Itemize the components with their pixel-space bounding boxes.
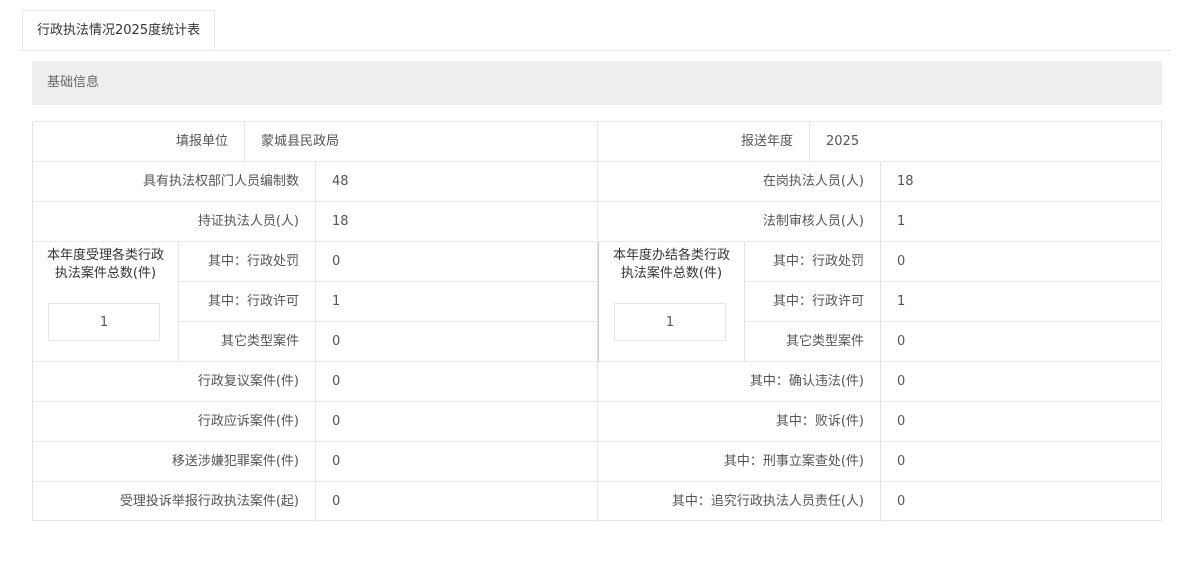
staff-quota-value: 48 — [316, 162, 598, 202]
accountability-label: 其中：追究行政执法人员责任(人) — [598, 482, 881, 522]
concluded-license-value: 1 — [881, 282, 1161, 322]
concluded-total-block: 本年度办结各类行政执法案件总数(件) 1 — [598, 242, 745, 362]
accepted-total-title: 本年度受理各类行政执法案件总数(件) — [46, 248, 164, 281]
confirmed-illegal-label: 其中：确认违法(件) — [598, 362, 881, 402]
year-value: 2025 — [810, 122, 1161, 162]
section-header-basic-info: 基础信息 — [32, 61, 1162, 105]
complaints-value: 0 — [316, 482, 598, 522]
legal-review-label: 法制审核人员(人) — [598, 202, 881, 242]
accountability-value: 0 — [897, 494, 906, 509]
concluded-penalty-label: 其中：行政处罚 — [745, 242, 881, 282]
accepted-license-label: 其中：行政许可 — [179, 282, 316, 322]
criminal-investigation-value: 0 — [881, 442, 1161, 482]
accepted-penalty-label: 其中：行政处罚 — [179, 242, 316, 282]
statistics-form: 填报单位 蒙城县民政局 报送年度 2025 具有执法权部门人员编制数 48 在岗… — [32, 121, 1162, 522]
concluded-license-label: 其中：行政许可 — [745, 282, 881, 322]
concluded-other-value: 0 — [881, 322, 1161, 362]
year-label: 报送年度 — [598, 122, 810, 162]
criminal-transfer-value: 0 — [316, 442, 598, 482]
concluded-other-label: 其它类型案件 — [745, 322, 881, 362]
confirmed-illegal-value: 0 — [881, 362, 1161, 402]
review-cases-value: 0 — [316, 362, 598, 402]
accepted-other-label: 其它类型案件 — [179, 322, 316, 362]
certified-value: 18 — [316, 202, 598, 242]
accepted-license-value: 1 — [316, 282, 598, 322]
concluded-total-value: 1 — [614, 303, 726, 341]
concluded-penalty-value: 0 — [881, 242, 1161, 282]
litigation-cases-label: 行政应诉案件(件) — [33, 402, 316, 442]
on-duty-label: 在岗执法人员(人) — [598, 162, 881, 202]
criminal-transfer-label: 移送涉嫌犯罪案件(件) — [33, 442, 316, 482]
complaints-label: 受理投诉举报行政执法案件(起) — [33, 482, 316, 522]
staff-quota-label: 具有执法权部门人员编制数 — [33, 162, 316, 202]
criminal-investigation-label: 其中：刑事立案查处(件) — [598, 442, 881, 482]
concluded-total-title: 本年度办结各类行政执法案件总数(件) — [612, 248, 730, 281]
tab-bar: 行政执法情况2025度统计表 — [20, 10, 1172, 51]
lost-lawsuits-value: 0 — [881, 402, 1161, 442]
accepted-penalty-value: 0 — [316, 242, 598, 282]
certified-label: 持证执法人员(人) — [33, 202, 316, 242]
review-cases-label: 行政复议案件(件) — [33, 362, 316, 402]
lost-lawsuits-label: 其中：败诉(件) — [598, 402, 881, 442]
legal-review-value: 1 — [881, 202, 1161, 242]
litigation-cases-value: 0 — [316, 402, 598, 442]
unit-value: 蒙城县民政局 — [245, 122, 598, 162]
on-duty-value: 18 — [881, 162, 1161, 202]
unit-label: 填报单位 — [33, 122, 245, 162]
accepted-total-block: 本年度受理各类行政执法案件总数(件) 1 — [33, 242, 179, 362]
accepted-total-value: 1 — [48, 303, 160, 341]
tab-statistics-2025[interactable]: 行政执法情况2025度统计表 — [22, 10, 216, 50]
accepted-other-value: 0 — [316, 322, 598, 362]
